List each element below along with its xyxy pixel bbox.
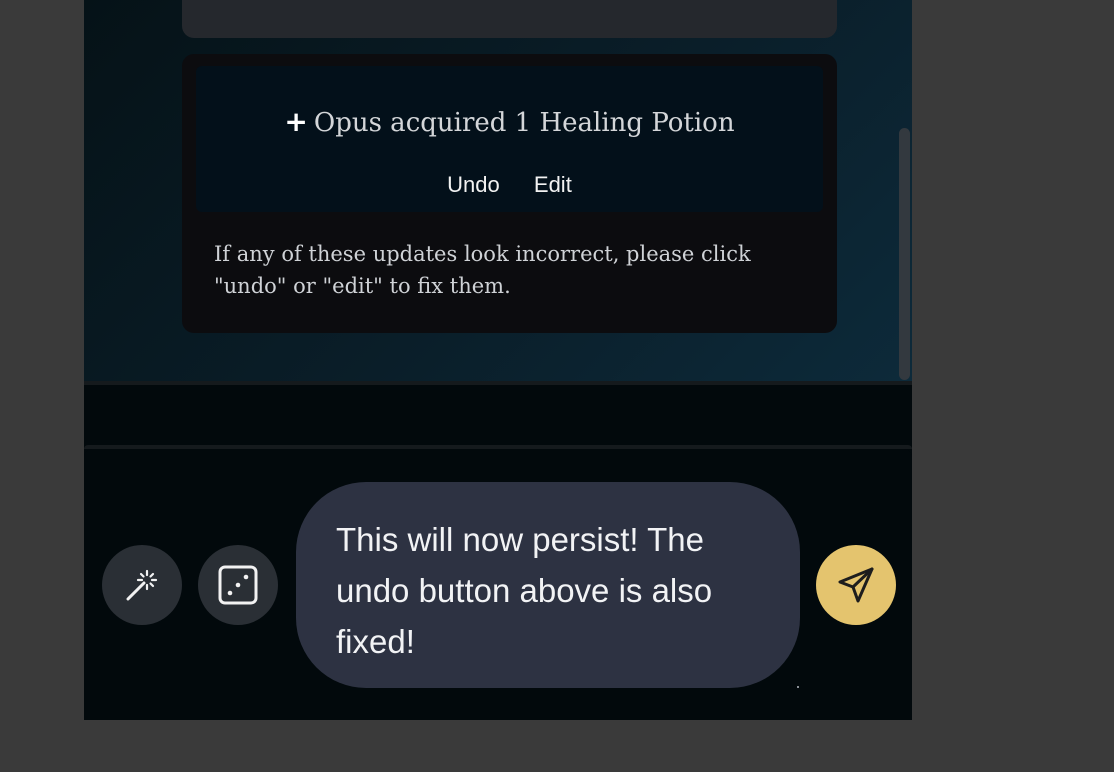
magic-wand-button[interactable] <box>102 545 182 625</box>
update-entry: + Opus acquired 1 Healing Potion Undo Edi… <box>196 66 823 212</box>
update-line: + Opus acquired 1 Healing Potion <box>196 104 823 141</box>
spacer-band <box>84 385 912 445</box>
caret-marker <box>797 686 799 688</box>
chat-app-window: + Opus acquired 1 Healing Potion Undo Edi… <box>84 0 912 720</box>
update-message: Opus acquired 1 Healing Potion <box>313 108 735 138</box>
undo-button[interactable]: Undo <box>447 170 500 200</box>
send-button[interactable] <box>816 545 896 625</box>
message-input[interactable]: This will now persist! The undo button a… <box>296 482 800 688</box>
update-note: If any of these updates look incorrect, … <box>214 242 751 298</box>
update-actions: Undo Edit <box>196 170 823 200</box>
previous-message-card <box>182 0 837 38</box>
chat-message-area[interactable]: + Opus acquired 1 Healing Potion Undo Edi… <box>84 0 912 381</box>
chat-scrollbar[interactable] <box>899 128 910 380</box>
message-composer: This will now persist! The undo button a… <box>84 449 912 720</box>
inventory-update-card: + Opus acquired 1 Healing Potion Undo Edi… <box>182 54 837 333</box>
dice-roll-button[interactable] <box>198 545 278 625</box>
dice-icon <box>218 565 258 605</box>
send-paper-plane-icon <box>838 567 874 603</box>
magic-wand-icon <box>126 569 158 601</box>
plus-icon: + <box>284 105 308 138</box>
edit-button[interactable]: Edit <box>534 170 572 200</box>
